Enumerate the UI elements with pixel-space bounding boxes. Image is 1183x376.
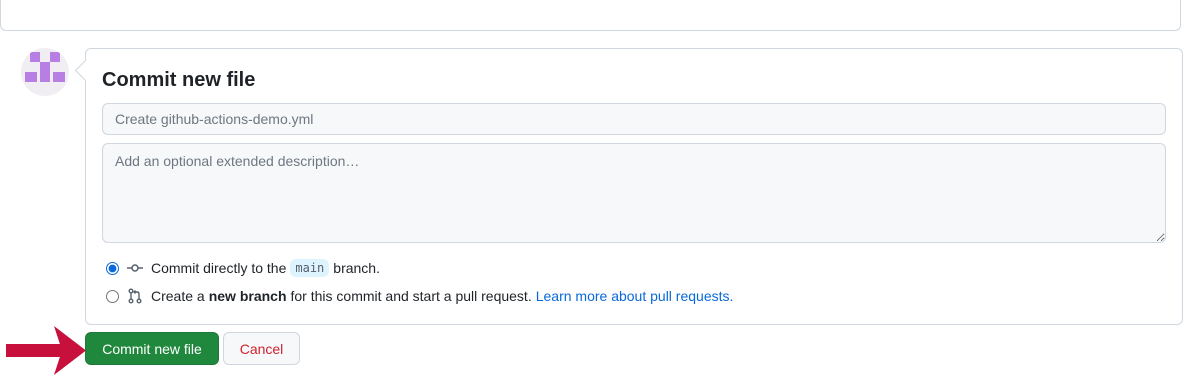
- commit-new-file-button[interactable]: Commit new file: [85, 332, 219, 365]
- new-branch-bold: new branch: [208, 288, 287, 304]
- new-branch-radio[interactable]: [106, 289, 119, 303]
- commit-form-panel: Commit new file Commit directly to the m…: [85, 48, 1183, 325]
- commit-description-textarea[interactable]: [102, 143, 1166, 243]
- branch-name-badge: main: [290, 259, 330, 277]
- cancel-button[interactable]: Cancel: [223, 332, 300, 365]
- new-branch-text-after: for this commit and start a pull request…: [290, 288, 532, 304]
- commit-direct-text-after: branch.: [333, 260, 380, 276]
- git-commit-icon: [127, 260, 143, 276]
- commit-direct-radio[interactable]: [106, 261, 119, 275]
- learn-more-pull-requests-link[interactable]: Learn more about pull requests.: [536, 288, 734, 304]
- new-branch-text-before: Create a: [151, 288, 205, 304]
- previous-panel: [0, 0, 1181, 31]
- new-branch-option[interactable]: Create a new branch for this commit and …: [104, 288, 733, 304]
- commit-summary-input[interactable]: [102, 103, 1166, 135]
- commit-form-title: Commit new file: [102, 69, 256, 91]
- commit-direct-option[interactable]: Commit directly to the main branch.: [104, 259, 380, 277]
- commit-direct-text-before: Commit directly to the: [151, 260, 287, 276]
- identicon-avatar-icon: [25, 52, 65, 82]
- user-avatar[interactable]: [21, 48, 69, 96]
- red-arrow-annotation-icon: [6, 326, 86, 375]
- git-pull-request-icon: [127, 288, 143, 304]
